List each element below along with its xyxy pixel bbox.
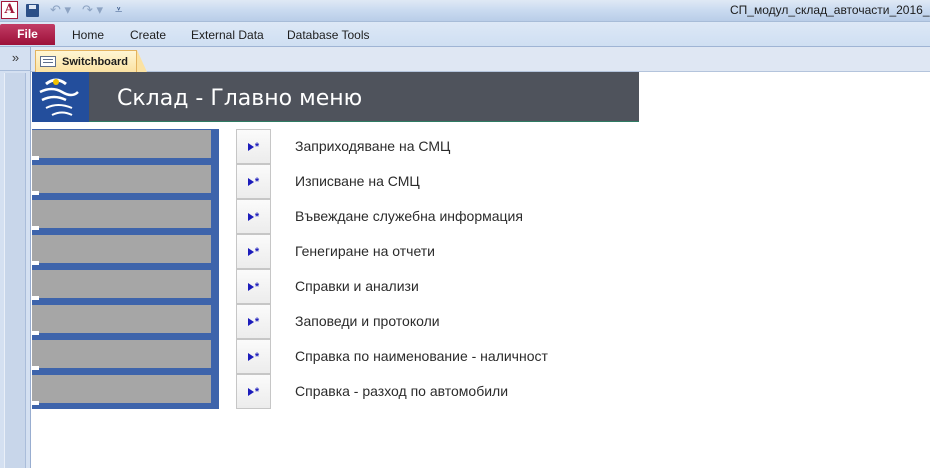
navigation-pane: »	[0, 47, 31, 468]
menu-button-orders[interactable]: *	[236, 304, 271, 339]
decoration-bar	[32, 374, 219, 409]
go-arrow-icon: *	[247, 211, 259, 222]
tab-database-tools[interactable]: Database Tools	[287, 28, 370, 42]
menu-label[interactable]: Изписване на СМЦ	[295, 164, 420, 199]
menu-button-analysis[interactable]: *	[236, 269, 271, 304]
menu-label[interactable]: Заповеди и протоколи	[295, 304, 440, 339]
menu-button-receipt[interactable]: *	[236, 129, 271, 164]
go-arrow-icon: *	[247, 386, 259, 397]
go-arrow-icon: *	[247, 246, 259, 257]
menu-button-availability[interactable]: *	[236, 339, 271, 374]
menu-label[interactable]: Генегиране на отчети	[295, 234, 435, 269]
go-arrow-icon: *	[247, 281, 259, 292]
go-arrow-icon: *	[247, 176, 259, 187]
go-arrow-icon: *	[247, 351, 259, 362]
menu-button-service-info[interactable]: *	[236, 199, 271, 234]
decoration-bar	[32, 129, 219, 164]
go-arrow-icon: *	[247, 141, 259, 152]
undo-icon[interactable]: ↶ ▾	[50, 2, 74, 18]
decoration-bar	[32, 304, 219, 339]
form-icon	[40, 56, 56, 67]
title-bar: A ↶ ▾ ↷ ▾ ⩡ СП_модул_склад_авточасти_201…	[0, 0, 930, 22]
page-title: Склад - Главно меню	[117, 86, 363, 111]
decoration-bar	[32, 199, 219, 234]
save-icon[interactable]	[26, 2, 42, 18]
access-app-icon[interactable]: A	[1, 1, 18, 19]
menu-label[interactable]: Справка по наименование - наличност	[295, 339, 548, 374]
left-decoration	[32, 129, 219, 409]
navigation-pane-shutter[interactable]	[4, 73, 26, 468]
decoration-bar	[32, 164, 219, 199]
document-tab-strip: Switchboard	[31, 47, 930, 72]
menu-label[interactable]: Заприходяване на СМЦ	[295, 129, 450, 164]
menu-button-reports[interactable]: *	[236, 234, 271, 269]
window-title: СП_модул_склад_авточасти_2016_01_	[730, 3, 930, 17]
menu-label[interactable]: Справки и анализи	[295, 269, 419, 304]
tab-home[interactable]: Home	[72, 28, 104, 42]
document-tab-label: Switchboard	[62, 55, 129, 68]
file-tab[interactable]: File	[0, 24, 55, 45]
menu-button-vehicle-expense[interactable]: *	[236, 374, 271, 409]
tab-switchboard[interactable]: Switchboard	[35, 50, 137, 72]
decoration-bar	[32, 269, 219, 304]
customize-qat-icon[interactable]: ⩡	[115, 2, 127, 18]
tab-edge	[137, 50, 147, 72]
go-arrow-icon: *	[247, 316, 259, 327]
menu-label[interactable]: Въвеждане служебна информация	[295, 199, 523, 234]
tab-create[interactable]: Create	[130, 28, 166, 42]
menu-button-issue[interactable]: *	[236, 164, 271, 199]
switchboard-form: Склад - Главно меню * Заприходяване на С…	[32, 72, 930, 468]
expand-navigation-icon[interactable]: »	[0, 47, 31, 71]
tab-external-data[interactable]: External Data	[191, 28, 264, 42]
redo-icon[interactable]: ↷ ▾	[82, 2, 106, 18]
decoration-bar	[32, 339, 219, 374]
form-header: Склад - Главно меню	[32, 72, 639, 122]
menu-label[interactable]: Справка - разход по автомобили	[295, 374, 508, 409]
switchboard-logo	[32, 72, 89, 122]
ribbon-tab-bar: File Home Create External Data Database …	[0, 22, 930, 47]
decoration-bar	[32, 234, 219, 269]
